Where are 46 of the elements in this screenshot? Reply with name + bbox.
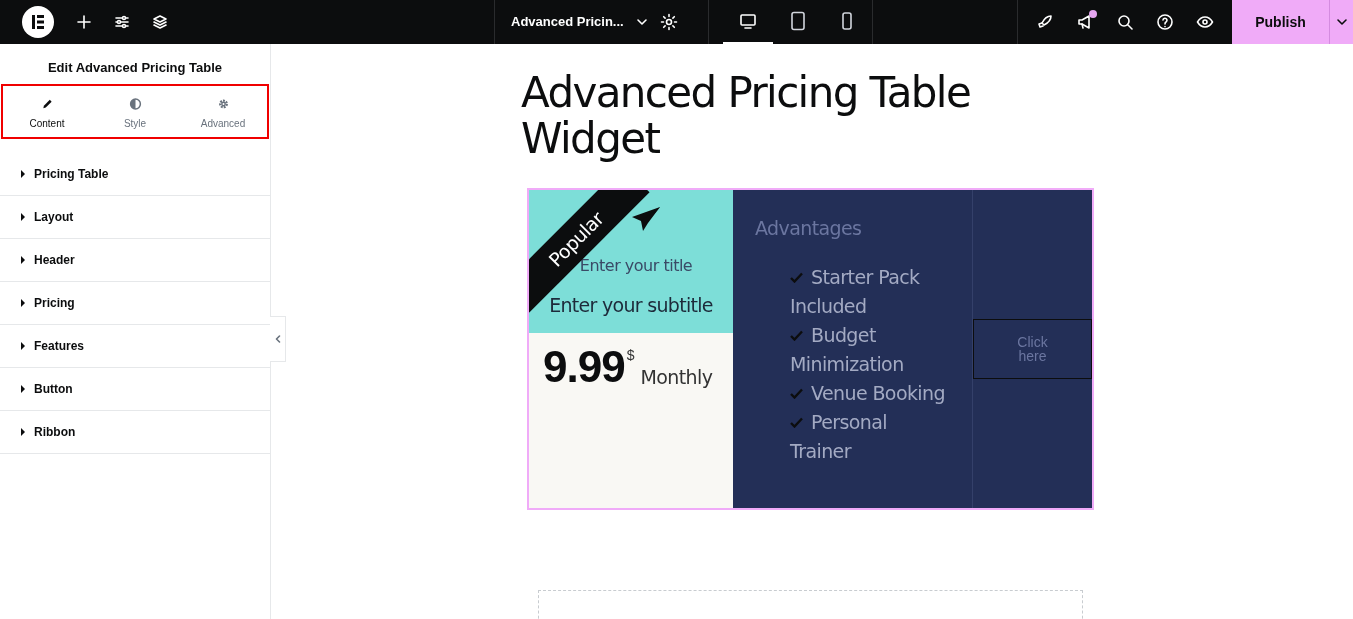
caret-icon — [20, 342, 26, 350]
panel-title: Edit Advanced Pricing Table — [46, 59, 224, 77]
preview-icon[interactable] — [1196, 13, 1214, 31]
panel-tab[interactable]: Style — [91, 86, 179, 137]
chevron-down-icon[interactable] — [635, 16, 648, 28]
chevron-down-icon — [1335, 16, 1348, 28]
caret-icon — [20, 299, 26, 307]
section-header[interactable]: Header — [0, 239, 270, 282]
section-header[interactable]: Ribbon — [0, 411, 270, 454]
section-header[interactable]: Button — [0, 368, 270, 411]
rocket-icon[interactable] — [1036, 13, 1054, 31]
publish-button[interactable]: Publish — [1232, 0, 1329, 44]
search-icon[interactable] — [1116, 13, 1134, 31]
section-header[interactable]: Pricing — [0, 282, 270, 325]
contrast-icon — [128, 98, 142, 110]
currency: $ — [626, 346, 635, 365]
chevron-left-icon — [274, 335, 281, 343]
caret-icon — [20, 213, 26, 221]
caret-icon — [20, 170, 26, 178]
feature-item: Budget Minimization — [790, 322, 905, 377]
add-icon[interactable] — [76, 14, 92, 30]
tablet-icon — [789, 11, 806, 31]
caret-icon — [20, 256, 26, 264]
feature-item: Venue Booking — [790, 378, 952, 408]
pencil-icon — [40, 98, 54, 110]
page-heading: Advanced Pricing Table Widget — [521, 70, 972, 162]
billing-period: Monthly — [640, 365, 713, 390]
section-header[interactable]: Pricing Table — [0, 153, 270, 196]
collapse-handle[interactable] — [270, 316, 286, 362]
desktop-icon — [738, 12, 757, 30]
sliders-icon[interactable] — [114, 14, 130, 30]
feature-item: Starter Pack Included — [790, 264, 921, 319]
panel-tab[interactable]: Advanced — [179, 86, 267, 137]
caret-icon — [20, 428, 26, 436]
mobile-icon — [841, 11, 854, 31]
feature-item: Personal Trainer — [790, 409, 888, 464]
caret-icon — [20, 385, 26, 393]
help-icon[interactable] — [1156, 13, 1174, 31]
panel-tab[interactable]: Content — [3, 86, 91, 137]
section-header[interactable]: Layout — [0, 196, 270, 239]
price: 9.99 — [543, 345, 625, 389]
layers-icon[interactable] — [152, 14, 168, 30]
publish-options-button[interactable] — [1329, 0, 1353, 44]
logo-icon[interactable] — [22, 6, 54, 38]
features-title: Advantages — [755, 216, 863, 241]
document-title[interactable]: Advanced Pricin... — [511, 12, 624, 32]
